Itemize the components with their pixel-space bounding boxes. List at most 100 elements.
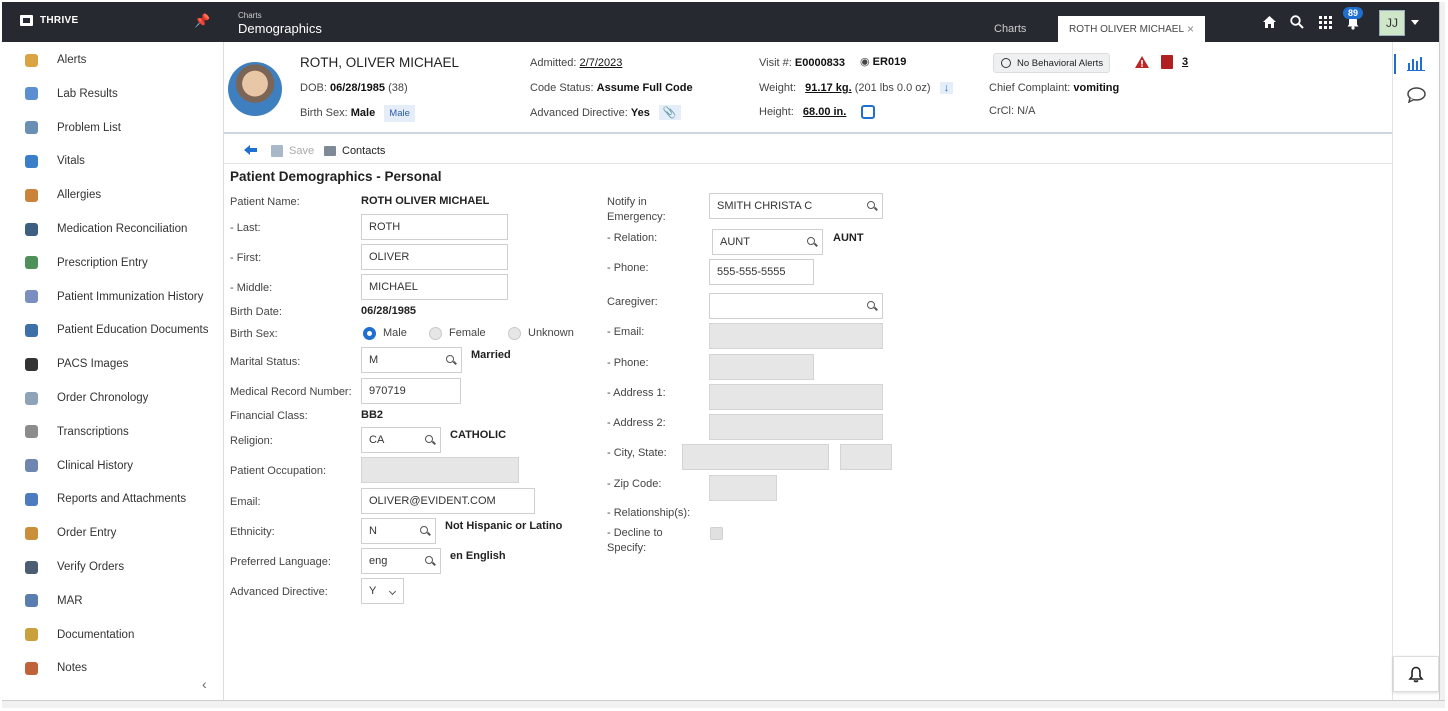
sex-male-radio[interactable] [363, 327, 376, 340]
advanced-directive-field: Advanced Directive: Yes 📎 [530, 105, 681, 120]
sidebar-item-verify-orders[interactable]: Verify Orders [2, 556, 223, 578]
sidebar-item-clinical-history[interactable]: Clinical History [2, 455, 223, 477]
relation-code: AUNT [720, 236, 750, 248]
close-icon[interactable]: × [1187, 22, 1194, 36]
sidebar-item-medication-reconciliation[interactable]: Medication Reconciliation [2, 218, 223, 240]
decline-checkbox[interactable] [710, 527, 723, 540]
pin-icon[interactable]: 📌 [194, 13, 210, 29]
home-icon[interactable] [1260, 13, 1278, 31]
sidebar-item-mar[interactable]: MAR [2, 590, 223, 612]
occupation-input[interactable] [361, 457, 519, 483]
brand-logo[interactable]: THRIVE [20, 15, 78, 26]
relation-desc: AUNT [833, 232, 864, 244]
sidebar-item-patient-immunization-history[interactable]: Patient Immunization History [2, 286, 223, 308]
sidebar-item-vitals[interactable]: Vitals [2, 150, 223, 172]
alert-count[interactable]: 3 [1182, 56, 1188, 68]
mrn-input[interactable]: 970719 [361, 378, 461, 404]
alert-book-icon[interactable] [1161, 55, 1173, 69]
sidebar-item-transcriptions[interactable]: Transcriptions [2, 421, 223, 443]
breadcrumb-parent[interactable]: Charts [238, 11, 322, 20]
weight-value[interactable]: 91.17 kg. [805, 82, 851, 94]
ethnicity-input[interactable]: N [361, 518, 436, 544]
search-icon[interactable] [420, 526, 428, 534]
chevron-down-icon[interactable] [1411, 20, 1419, 25]
behavioral-alerts-button[interactable]: No Behavioral Alerts [993, 53, 1110, 73]
transcriptions-icon [25, 425, 38, 439]
sidebar-item-lab-results[interactable]: Lab Results [2, 83, 223, 105]
advanced-directive-select[interactable]: Y [361, 578, 404, 604]
search-icon[interactable] [867, 301, 875, 309]
birth-sex-label: Birth Sex: [300, 107, 348, 119]
height-label: Height: [759, 105, 794, 118]
sidebar-item-patient-education-documents[interactable]: Patient Education Documents [2, 319, 223, 341]
first-name-input[interactable]: OLIVER [361, 244, 508, 270]
decline-label-line-1: - Decline to [607, 527, 663, 539]
phone-input[interactable]: 555-555-5555 [709, 259, 814, 285]
tab-patient-chart[interactable]: ROTH OLIVER MICHAEL × [1058, 16, 1205, 42]
vitals-icon [25, 154, 38, 168]
marital-status-code: M [369, 354, 379, 366]
attachment-icon[interactable]: 📎 [658, 105, 681, 120]
verify-orders-icon [25, 560, 38, 574]
height-value[interactable]: 68.00 in. [803, 106, 846, 118]
save-button[interactable]: Save [271, 145, 314, 157]
address2-input[interactable] [709, 414, 883, 440]
dob-field: DOB: 06/28/1985 (38) [300, 82, 408, 94]
medication-reconciliation-icon [25, 222, 38, 236]
sidebar-item-order-entry[interactable]: Order Entry [2, 522, 223, 544]
relation-input[interactable]: AUNT [712, 229, 823, 255]
sidebar-item-notes[interactable]: Notes [2, 657, 223, 679]
sidebar-item-reports-and-attachments[interactable]: Reports and Attachments [2, 488, 223, 510]
chart-bars-icon[interactable] [1407, 56, 1425, 74]
sidebar-item-order-chronology[interactable]: Order Chronology [2, 387, 223, 409]
sex-unknown-radio[interactable] [508, 327, 521, 340]
search-icon[interactable] [867, 201, 875, 209]
apps-grid-icon[interactable] [1316, 13, 1334, 31]
caregiver-input[interactable] [709, 293, 883, 319]
dob-label: DOB: [300, 82, 327, 94]
sidebar-item-alerts[interactable]: Alerts [2, 49, 223, 71]
scale-icon[interactable] [861, 105, 876, 119]
decline-label: - Decline to Specify: [607, 526, 663, 556]
address1-input[interactable] [709, 384, 883, 410]
email-input[interactable]: OLIVER@EVIDENT.COM [361, 488, 535, 514]
last-name-input[interactable]: ROTH [361, 214, 508, 240]
sidebar-item-documentation[interactable]: Documentation [2, 624, 223, 646]
user-avatar[interactable]: JJ [1379, 10, 1405, 36]
sidebar-item-prescription-entry[interactable]: Prescription Entry [2, 252, 223, 274]
visit-field: Visit #: E0000833 [759, 57, 845, 69]
order-entry-icon [25, 526, 38, 540]
search-icon[interactable] [425, 435, 433, 443]
back-arrow-icon[interactable] [244, 145, 257, 155]
sex-female-radio[interactable] [429, 327, 442, 340]
first-name-label: - First: [230, 252, 262, 264]
notify-emergency-input[interactable]: SMITH CHRISTA C [709, 193, 883, 219]
search-icon[interactable] [425, 556, 433, 564]
state-input[interactable] [840, 444, 892, 470]
arrow-down-icon[interactable]: ↓ [939, 82, 954, 94]
collapse-sidebar-icon[interactable]: ‹ [202, 676, 207, 692]
advanced-directive-value: Yes [630, 107, 650, 119]
sidebar-item-allergies[interactable]: Allergies [2, 184, 223, 206]
window-frame-right [1439, 2, 1445, 702]
search-icon[interactable] [807, 237, 815, 245]
middle-name-input[interactable]: MICHAEL [361, 274, 508, 300]
search-icon[interactable] [446, 355, 454, 363]
contacts-button[interactable]: Contacts [324, 145, 385, 157]
religion-input[interactable]: CA [361, 427, 441, 453]
sidebar-item-problem-list[interactable]: Problem List [2, 117, 223, 139]
search-icon[interactable] [1288, 13, 1306, 31]
city-input[interactable] [682, 444, 829, 470]
tab-charts[interactable]: Charts [994, 23, 1026, 35]
chat-bubble-icon[interactable] [1407, 87, 1426, 106]
caregiver-email-input[interactable] [709, 323, 883, 349]
form-toolbar: Save Contacts [224, 138, 1392, 164]
notification-panel-button[interactable] [1393, 656, 1439, 692]
marital-status-input[interactable]: M [361, 347, 462, 373]
zip-input[interactable] [709, 475, 777, 501]
language-input[interactable]: eng [361, 548, 441, 574]
sidebar-item-pacs-images[interactable]: PACS Images [2, 353, 223, 375]
warning-triangle-icon[interactable] [1134, 55, 1150, 72]
admitted-value[interactable]: 2/7/2023 [580, 57, 623, 69]
caregiver-phone-input[interactable] [709, 354, 814, 380]
